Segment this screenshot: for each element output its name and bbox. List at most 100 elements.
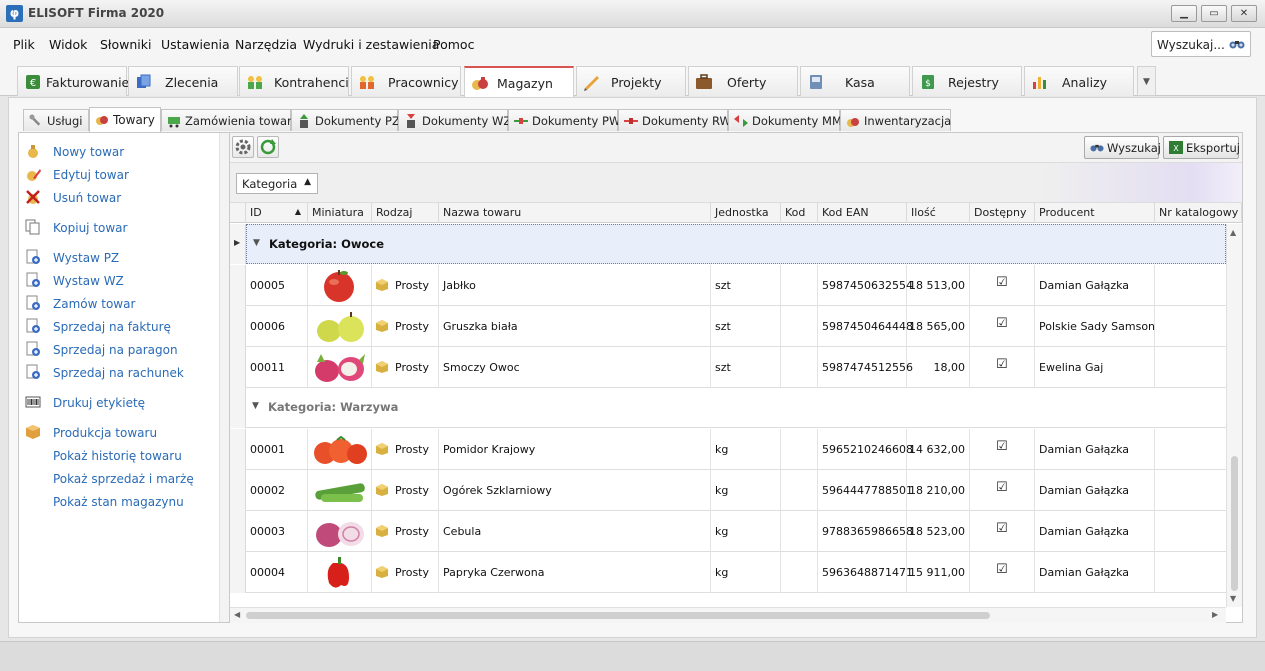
column-header-name[interactable]: Nazwa towaru bbox=[439, 203, 711, 223]
data-row-indicator[interactable] bbox=[230, 347, 246, 388]
available-checkbox[interactable]: ☑ bbox=[996, 522, 1010, 536]
data-row-indicator[interactable] bbox=[230, 265, 246, 306]
vertical-scroll-thumb[interactable] bbox=[1231, 456, 1238, 591]
action-drukuj-etykiete[interactable]: Drukuj etykietę bbox=[25, 394, 215, 412]
scroll-down-icon[interactable]: ▼ bbox=[1230, 594, 1236, 603]
tab-kontrahenci[interactable]: Kontrahenci bbox=[239, 66, 349, 96]
export-button[interactable]: X Eksportuj bbox=[1163, 136, 1240, 159]
close-button[interactable]: ✕ bbox=[1231, 5, 1257, 22]
available-checkbox[interactable]: ☑ bbox=[996, 481, 1010, 495]
tab-analizy[interactable]: Analizy bbox=[1024, 66, 1134, 96]
tab-pracownicy[interactable]: Pracownicy bbox=[351, 66, 461, 96]
tab-oferty[interactable]: Oferty bbox=[688, 66, 798, 96]
table-row[interactable]: 00005 Prosty Jabłko szt 5987450632554 18 513,… bbox=[246, 265, 1226, 306]
action-edytuj-towar[interactable]: Edytuj towar bbox=[25, 166, 215, 184]
data-row-indicator[interactable] bbox=[230, 552, 246, 593]
tab-rejestry[interactable]: $ Rejestry bbox=[912, 66, 1022, 96]
scroll-right-icon[interactable]: ▶ bbox=[1212, 610, 1218, 619]
action-zamow-towar[interactable]: Zamów towar bbox=[25, 295, 215, 313]
action-panel-scrollbar[interactable] bbox=[219, 133, 229, 622]
action-sprzedaj-fakture[interactable]: Sprzedaj na fakturę bbox=[25, 318, 215, 336]
scroll-up-icon[interactable]: ▲ bbox=[1230, 228, 1236, 237]
menu-wydruki[interactable]: Wydruki i zestawienia bbox=[303, 37, 439, 52]
data-row-indicator[interactable] bbox=[230, 470, 246, 511]
available-checkbox[interactable]: ☑ bbox=[996, 317, 1010, 331]
maximize-button[interactable]: ▭ bbox=[1201, 5, 1227, 22]
cell-name: Cebula bbox=[439, 511, 711, 552]
action-sprzedaz-marza[interactable]: Pokaż sprzedaż i marżę bbox=[25, 470, 215, 488]
column-header-ean[interactable]: Kod EAN bbox=[818, 203, 907, 223]
group-row[interactable]: ▼ Kategoria: Owoce bbox=[246, 224, 1226, 264]
subtab-zamowienia[interactable]: Zamówienia towaru bbox=[161, 109, 299, 131]
tab-fakturowanie[interactable]: € Fakturowanie bbox=[17, 66, 129, 96]
table-row[interactable]: 00006 Prosty Gruszka biała szt 5987450464448… bbox=[246, 306, 1226, 347]
menu-plik[interactable]: Plik bbox=[13, 37, 35, 52]
subtab-towary[interactable]: Towary bbox=[89, 107, 161, 132]
grid-settings-button[interactable] bbox=[232, 136, 254, 158]
menu-ustawienia[interactable]: Ustawienia bbox=[161, 37, 230, 52]
collapse-chevron-icon[interactable]: ▼ bbox=[253, 238, 260, 248]
menu-slowniki[interactable]: Słowniki bbox=[100, 37, 151, 52]
search-button[interactable]: Wyszukaj bbox=[1084, 136, 1161, 159]
grid-horizontal-scrollbar[interactable]: ◀ ▶ bbox=[230, 607, 1226, 623]
action-sprzedaj-paragon[interactable]: Sprzedaj na paragon bbox=[25, 341, 215, 359]
action-wystaw-pz[interactable]: Wystaw PZ bbox=[25, 249, 215, 267]
subtab-dokumenty-rw[interactable]: Dokumenty RW bbox=[618, 109, 731, 131]
horizontal-scroll-thumb[interactable] bbox=[246, 612, 990, 619]
action-produkcja-towaru[interactable]: Produkcja towaru bbox=[25, 424, 215, 442]
available-checkbox[interactable]: ☑ bbox=[996, 358, 1010, 372]
group-row-indicator[interactable]: ▶ bbox=[230, 224, 246, 264]
menu-narzedzia[interactable]: Narzędzia bbox=[235, 37, 297, 52]
action-usun-towar[interactable]: Usuń towar bbox=[25, 189, 215, 207]
subtab-dokumenty-pz[interactable]: Dokumenty PZ bbox=[291, 109, 400, 131]
table-row[interactable]: 00004 Prosty Papryka Czerwona kg 59636488714… bbox=[246, 552, 1226, 593]
action-nowy-towar[interactable]: Nowy towar bbox=[25, 143, 215, 161]
table-row[interactable]: 00002 Prosty Ogórek Szklarniowy kg 596444778… bbox=[246, 470, 1226, 511]
subtab-dokumenty-pw[interactable]: Dokumenty PW bbox=[508, 109, 620, 131]
column-header-unit[interactable]: Jednostka bbox=[711, 203, 781, 223]
column-header-available[interactable]: Dostępny bbox=[970, 203, 1035, 223]
action-historia-towaru[interactable]: Pokaż historię towaru bbox=[25, 447, 215, 465]
available-checkbox[interactable]: ☑ bbox=[996, 440, 1010, 454]
action-kopiuj-towar[interactable]: Kopiuj towar bbox=[25, 219, 215, 237]
table-row[interactable]: 00001 Prosty Pomidor Krajowy kg 596521024660… bbox=[246, 429, 1226, 470]
collapse-chevron-icon[interactable]: ▼ bbox=[252, 401, 259, 411]
column-header-code[interactable]: Kod bbox=[781, 203, 818, 223]
menu-widok[interactable]: Widok bbox=[49, 37, 87, 52]
tabs-overflow-button[interactable]: ▼ bbox=[1137, 66, 1156, 96]
group-row-label: Kategoria: Warzywa bbox=[268, 400, 399, 414]
column-header-thumb[interactable]: Miniatura bbox=[308, 203, 372, 223]
scroll-left-icon[interactable]: ◀ bbox=[234, 610, 240, 619]
available-checkbox[interactable]: ☑ bbox=[996, 276, 1010, 290]
subtab-uslugi[interactable]: Usługi bbox=[23, 109, 89, 131]
data-row-indicator[interactable] bbox=[230, 511, 246, 552]
data-row-indicator[interactable] bbox=[230, 429, 246, 470]
column-header-qty[interactable]: Ilość bbox=[907, 203, 970, 223]
menu-pomoc[interactable]: Pomoc bbox=[433, 37, 474, 52]
refresh-button[interactable] bbox=[257, 136, 279, 158]
column-header-id[interactable]: ID ▲ bbox=[246, 203, 308, 223]
minimize-button[interactable]: ▁ bbox=[1171, 5, 1197, 22]
available-checkbox[interactable]: ☑ bbox=[996, 563, 1010, 577]
column-header-catalog[interactable]: Nr katalogowy bbox=[1155, 203, 1242, 223]
subtab-dokumenty-wz[interactable]: Dokumenty WZ bbox=[398, 109, 511, 131]
group-row[interactable]: ▼ Kategoria: Warzywa bbox=[246, 388, 1226, 428]
data-row-indicator[interactable] bbox=[230, 306, 246, 347]
table-row[interactable]: 00011 Prosty Smoczy Owoc szt 5987474512556 18… bbox=[246, 347, 1226, 388]
column-header-producer[interactable]: Producent bbox=[1035, 203, 1155, 223]
tab-magazyn[interactable]: Magazyn bbox=[464, 66, 574, 97]
table-row[interactable]: 00003 Prosty Cebula kg 9788365986658 18 523,0… bbox=[246, 511, 1226, 552]
action-stan-magazynu[interactable]: Pokaż stan magazynu bbox=[25, 493, 215, 511]
grid-vertical-scrollbar[interactable]: ▲ ▼ bbox=[1226, 224, 1242, 607]
global-search-input[interactable]: Wyszukaj... bbox=[1151, 31, 1251, 57]
group-by-kategoria-chip[interactable]: Kategoria ▲ bbox=[236, 173, 318, 194]
group-row-indicator[interactable] bbox=[230, 388, 246, 428]
subtab-dokumenty-mm[interactable]: Dokumenty MM bbox=[728, 109, 842, 131]
tab-zlecenia[interactable]: Zlecenia bbox=[128, 66, 238, 96]
column-header-type[interactable]: Rodzaj bbox=[372, 203, 439, 223]
tab-projekty[interactable]: Projekty bbox=[576, 66, 686, 96]
tab-kasa[interactable]: Kasa bbox=[800, 66, 910, 96]
subtab-inwentaryzacja[interactable]: Inwentaryzacja bbox=[840, 109, 951, 131]
action-wystaw-wz[interactable]: Wystaw WZ bbox=[25, 272, 215, 290]
action-sprzedaj-rachunek[interactable]: Sprzedaj na rachunek bbox=[25, 364, 215, 382]
